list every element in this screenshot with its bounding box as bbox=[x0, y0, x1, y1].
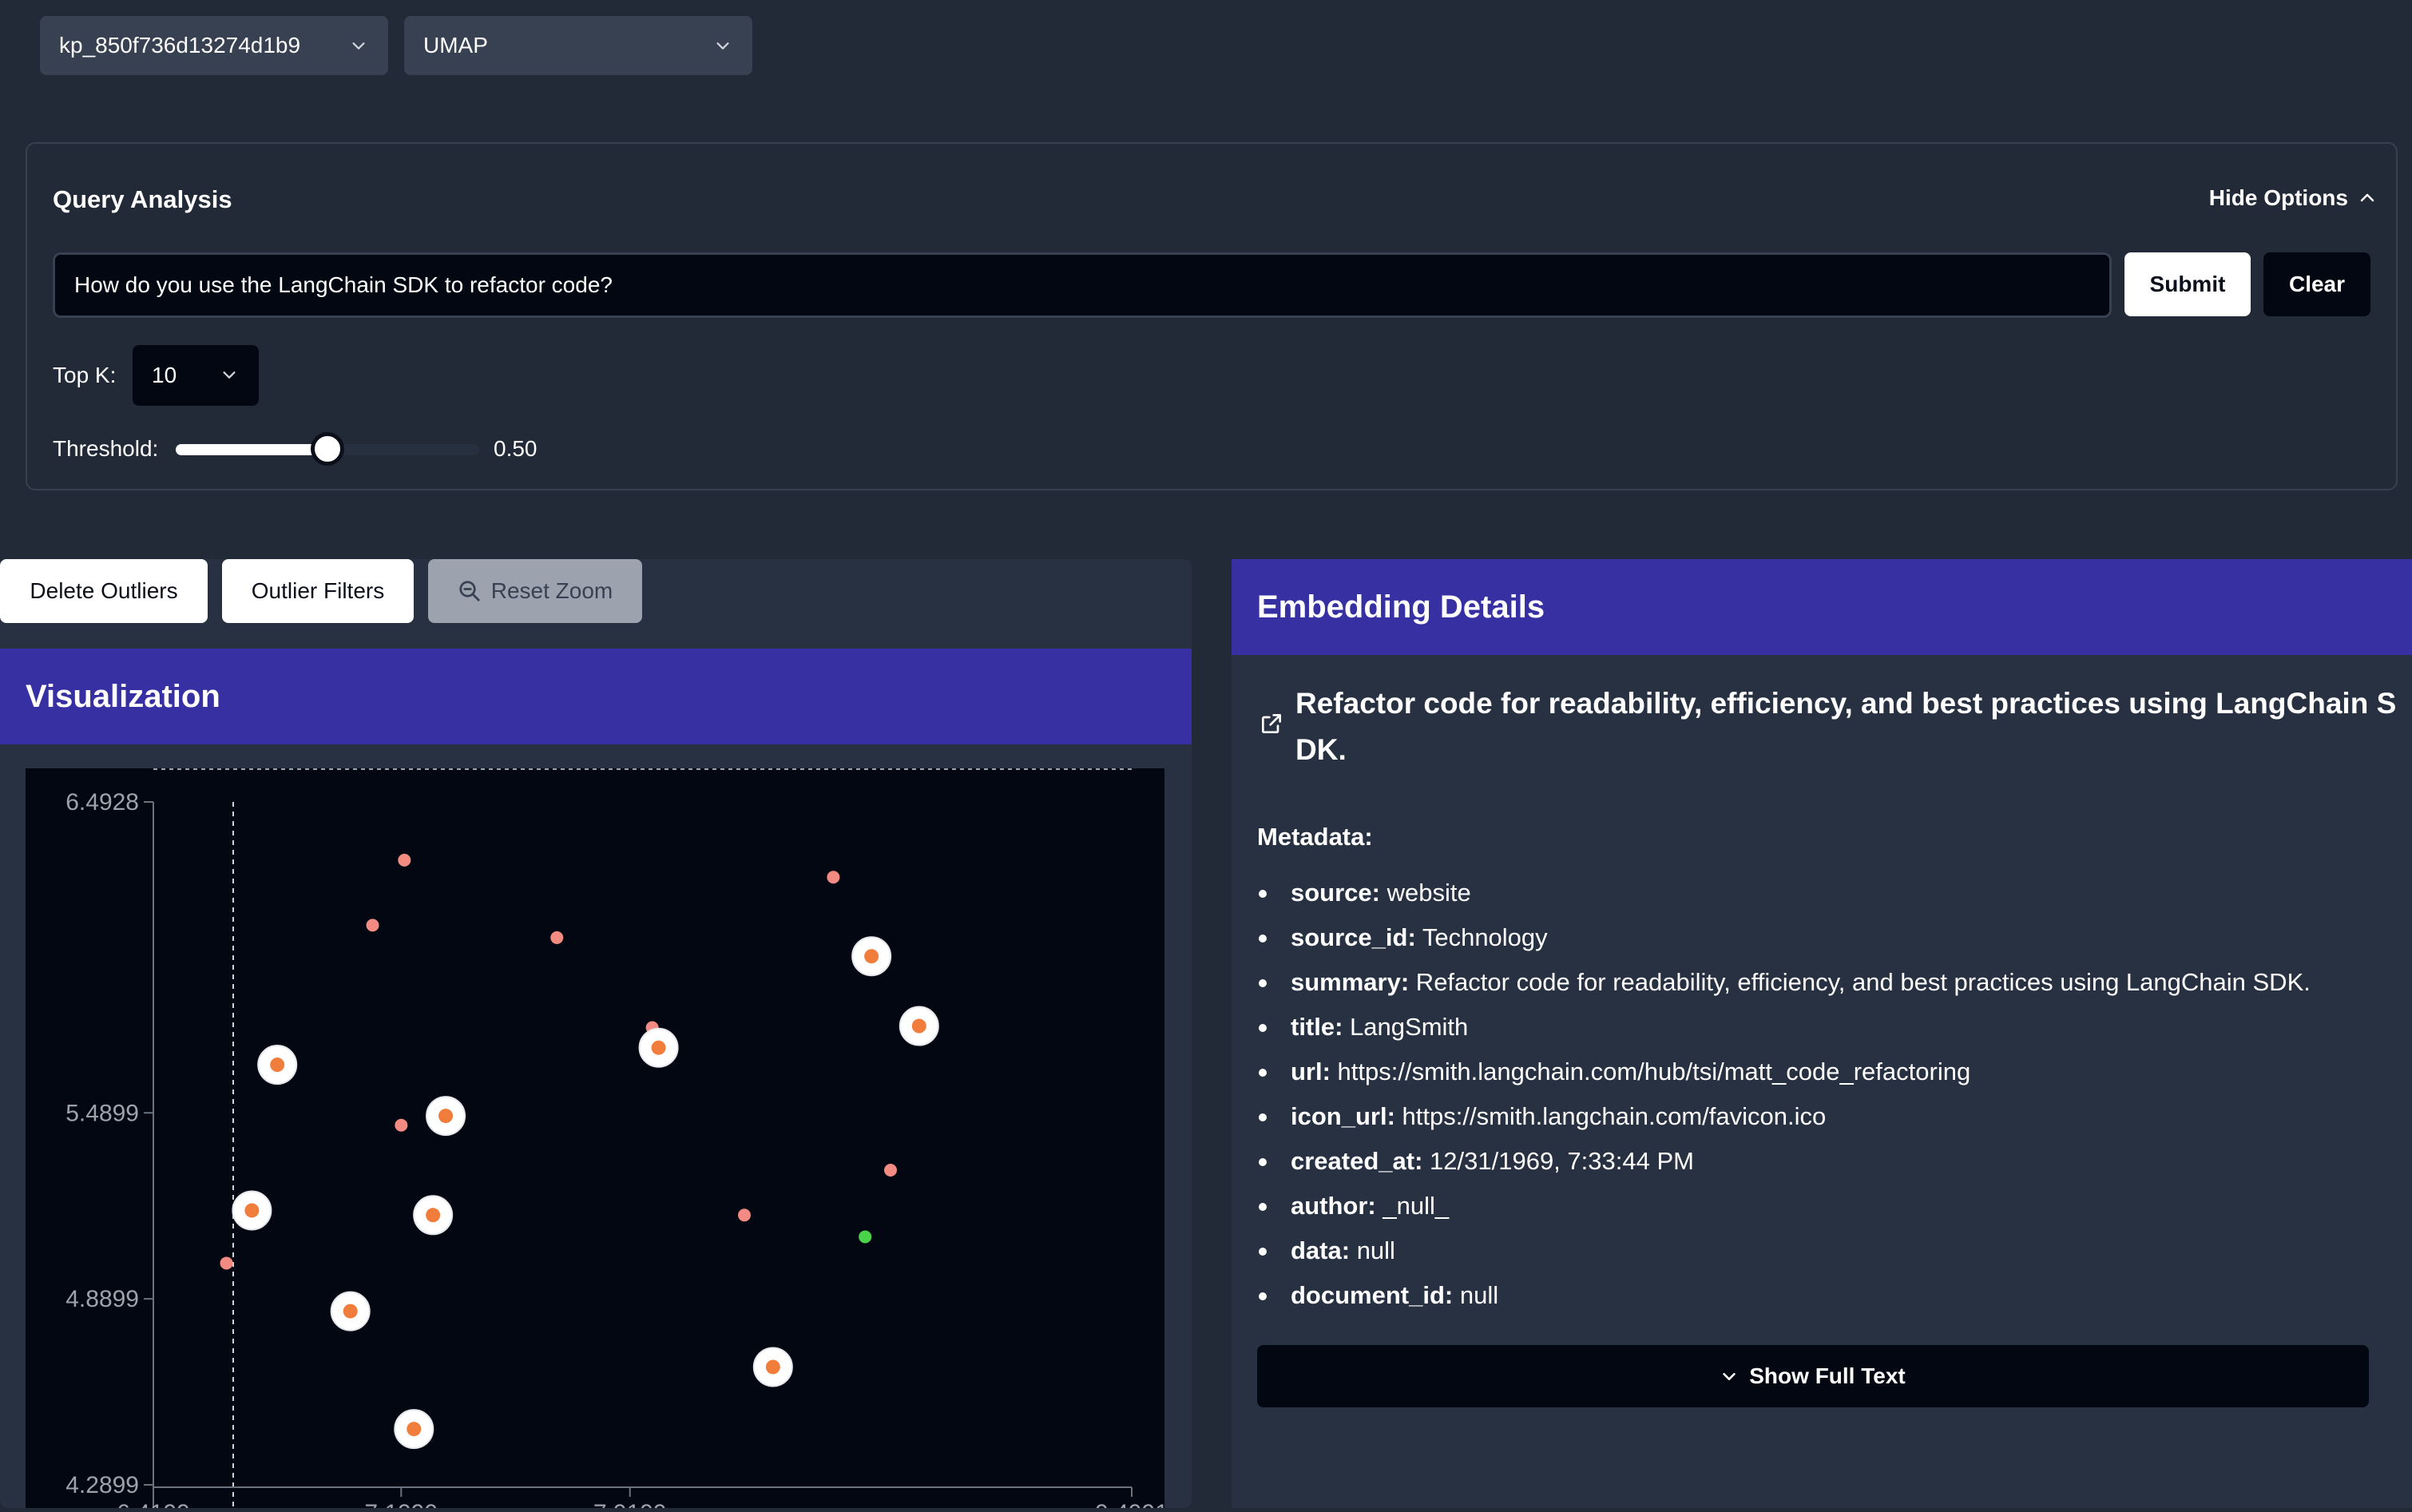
embedding-details-panel: Embedding Details Refactor code for read… bbox=[1232, 559, 2412, 1508]
data-point bbox=[827, 871, 840, 884]
top-section: kp_850f736d13274d1b9 UMAP Query Analysis… bbox=[0, 0, 2412, 519]
metadata-item: title: LangSmith bbox=[1257, 1005, 2407, 1050]
reset-zoom-label: Reset Zoom bbox=[490, 578, 613, 603]
topk-value: 10 bbox=[152, 363, 177, 387]
data-point bbox=[884, 1164, 898, 1177]
threshold-slider-thumb[interactable] bbox=[311, 432, 344, 466]
metadata-key: document_id: bbox=[1291, 1281, 1454, 1309]
data-point-highlighted bbox=[270, 1058, 285, 1073]
metadata-value: _null_ bbox=[1375, 1192, 1450, 1220]
chevron-up-icon bbox=[2360, 193, 2374, 202]
hide-options-button[interactable]: Hide Options bbox=[2208, 185, 2374, 211]
metadata-item: created_at: 12/31/1969, 7:33:44 PM bbox=[1257, 1139, 2407, 1184]
metadata-value: https://smith.langchain.com/favicon.ico bbox=[1394, 1102, 1827, 1130]
x-tick-label: 7.1999 bbox=[364, 1500, 438, 1508]
threshold-value: 0.50 bbox=[494, 436, 538, 461]
data-point-highlighted bbox=[244, 1203, 260, 1218]
data-point bbox=[398, 853, 411, 867]
y-tick-label: 4.8899 bbox=[65, 1286, 139, 1312]
show-full-text-button[interactable]: Show Full Text bbox=[1257, 1345, 2369, 1407]
metadata-item: document_id: null bbox=[1257, 1273, 2407, 1318]
zoom-out-icon bbox=[459, 581, 480, 601]
visualization-panel: Delete Outliers Outlier Filters Reset Zo… bbox=[0, 559, 1192, 1512]
metadata-heading: Metadata: bbox=[1257, 823, 1373, 851]
scatter-plot-svg: 6.4928 5.4899 4.8899 4.2899 6.4199 7.1999 7.91… bbox=[65, 768, 1168, 1512]
query-analysis-title: Query Analysis bbox=[53, 185, 232, 213]
delete-outliers-button[interactable]: Delete Outliers bbox=[0, 559, 208, 623]
data-point-highlighted bbox=[407, 1422, 422, 1437]
metadata-key: title: bbox=[1291, 1013, 1343, 1041]
topk-label: Top K: bbox=[53, 363, 117, 387]
data-point-highlighted bbox=[864, 949, 879, 964]
hide-options-label: Hide Options bbox=[2208, 185, 2348, 210]
outlier-filters-button[interactable]: Outlier Filters bbox=[222, 559, 414, 623]
metadata-item: data: null bbox=[1257, 1228, 2407, 1273]
data-point-highlighted bbox=[651, 1040, 666, 1055]
metadata-value: Refactor code for readability, efficienc… bbox=[1409, 968, 2311, 996]
collection-select[interactable]: kp_850f736d13274d1b9 bbox=[40, 16, 388, 75]
metadata-item: author: _null_ bbox=[1257, 1184, 2407, 1228]
y-tick-label: 6.4928 bbox=[65, 789, 139, 816]
metadata-key: source_id: bbox=[1291, 923, 1416, 951]
chevron-down-icon bbox=[1723, 1372, 1736, 1380]
topk-select[interactable]: 10 bbox=[133, 345, 259, 406]
metadata-item: url: https://smith.langchain.com/hub/tsi… bbox=[1257, 1050, 2407, 1094]
embedding-title: Refactor code for readability, efficienc… bbox=[1295, 687, 2397, 766]
projection-select[interactable]: UMAP bbox=[404, 16, 752, 75]
data-point-highlighted bbox=[765, 1359, 780, 1375]
metadata-key: source: bbox=[1291, 879, 1380, 907]
metadata-list: source: website source_id: Technology summ… bbox=[1257, 871, 2407, 1318]
metadata-value: 12/31/1969, 7:33:44 PM bbox=[1422, 1147, 1694, 1175]
metadata-item: source_id: Technology bbox=[1257, 915, 2407, 960]
data-point-highlighted bbox=[343, 1304, 358, 1319]
scatter-plot[interactable]: 6.4928 5.4899 4.8899 4.2899 6.4199 7.1999 7.91… bbox=[26, 768, 1168, 1512]
metadata-value: https://smith.langchain.com/hub/tsi/matt… bbox=[1330, 1058, 1971, 1085]
metadata-key: created_at: bbox=[1291, 1147, 1423, 1175]
query-input[interactable]: How do you use the LangChain SDK to refa… bbox=[53, 252, 2112, 318]
metadata-key: summary: bbox=[1291, 968, 1410, 996]
data-point-selected bbox=[859, 1230, 872, 1244]
external-link-icon[interactable] bbox=[1259, 711, 1284, 736]
collection-select-value: kp_850f736d13274d1b9 bbox=[59, 33, 301, 58]
chevron-down-icon bbox=[223, 371, 236, 379]
data-point bbox=[550, 931, 564, 944]
data-point-highlighted bbox=[426, 1208, 441, 1223]
threshold-label: Threshold: bbox=[53, 436, 159, 461]
threshold-slider-fill bbox=[176, 444, 327, 455]
y-tick-label: 5.4899 bbox=[65, 1100, 139, 1126]
submit-button[interactable]: Submit bbox=[2124, 252, 2251, 316]
chevron-down-icon bbox=[716, 42, 729, 50]
reset-zoom-button[interactable]: Reset Zoom bbox=[428, 559, 642, 623]
data-point-highlighted bbox=[911, 1018, 926, 1034]
metadata-item: icon_url: https://smith.langchain.com/fa… bbox=[1257, 1094, 2407, 1139]
metadata-value: null bbox=[1350, 1236, 1395, 1264]
metadata-key: url: bbox=[1291, 1058, 1331, 1085]
visualization-header: Visualization bbox=[0, 649, 1192, 744]
metadata-item: source: website bbox=[1257, 871, 2407, 915]
metadata-item: summary: Refactor code for readability, … bbox=[1257, 960, 2407, 1005]
x-tick-label: 9.4991 bbox=[1095, 1500, 1164, 1508]
data-point bbox=[366, 919, 379, 932]
query-analysis-card: Query Analysis Hide Options How do you u… bbox=[26, 142, 2398, 490]
metadata-value: null bbox=[1453, 1281, 1499, 1309]
clear-button[interactable]: Clear bbox=[2263, 252, 2370, 316]
metadata-key: data: bbox=[1291, 1236, 1351, 1264]
metadata-key: author: bbox=[1291, 1192, 1376, 1220]
projection-select-value: UMAP bbox=[423, 33, 488, 58]
metadata-value: LangSmith bbox=[1343, 1013, 1469, 1041]
metadata-key: icon_url: bbox=[1291, 1102, 1395, 1130]
chevron-down-icon bbox=[352, 42, 365, 50]
data-point bbox=[395, 1118, 408, 1132]
x-tick-label: 6.4199 bbox=[117, 1500, 190, 1508]
threshold-slider[interactable] bbox=[176, 432, 479, 466]
data-point-highlighted bbox=[438, 1109, 454, 1124]
show-full-text-label: Show Full Text bbox=[1749, 1363, 1906, 1388]
y-tick-label: 4.2899 bbox=[65, 1472, 139, 1498]
embedding-details-header: Embedding Details bbox=[1232, 559, 2412, 655]
metadata-value: Technology bbox=[1415, 923, 1548, 951]
metadata-value: website bbox=[1379, 879, 1471, 907]
x-tick-label: 7.9199 bbox=[593, 1500, 667, 1508]
data-point bbox=[738, 1208, 752, 1222]
data-point bbox=[220, 1256, 233, 1270]
